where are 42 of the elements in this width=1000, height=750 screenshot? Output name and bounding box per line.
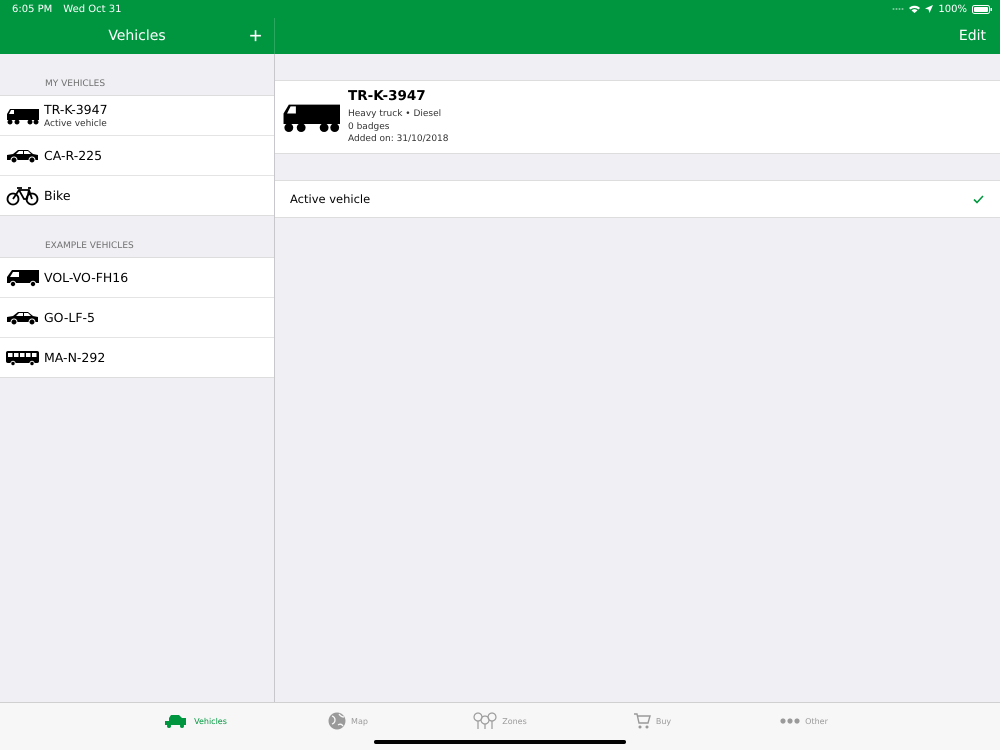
bicycle-icon bbox=[6, 186, 38, 206]
wifi-icon bbox=[909, 5, 920, 13]
van-icon bbox=[6, 268, 38, 286]
vehicle-detail-line: Added on: 31/10/2018 bbox=[348, 133, 449, 146]
vehicle-name: CA-R-225 bbox=[44, 148, 102, 163]
vehicle-name: MA-N-292 bbox=[44, 350, 106, 365]
tab-bar-item[interactable]: Vehicles bbox=[120, 703, 272, 739]
section-header: EXAMPLE VEHICLES bbox=[44, 241, 135, 253]
car-icon bbox=[6, 310, 38, 324]
vehicle-name: VOL-VO-FH16 bbox=[44, 270, 128, 285]
car-icon bbox=[6, 148, 38, 162]
globe-icon bbox=[328, 712, 346, 730]
battery-icon bbox=[972, 4, 992, 14]
vehicle-list-item[interactable]: TR-K-3947 Active vehicle bbox=[0, 96, 274, 135]
vehicle-detail-line: Heavy truck • Diesel bbox=[348, 108, 442, 121]
vehicle-detail-line: 0 badges bbox=[348, 120, 390, 134]
truck-icon bbox=[5, 106, 39, 124]
section-header: MY VEHICLES bbox=[44, 79, 106, 91]
vehicle-name: Bike bbox=[44, 188, 71, 203]
active-vehicle-row[interactable]: Active vehicle bbox=[275, 180, 1000, 218]
status-date: Wed Oct 31 bbox=[63, 4, 122, 14]
vehicle-list-item[interactable]: MA-N-292 bbox=[0, 337, 274, 377]
vehicle-subtitle: Active vehicle bbox=[44, 119, 108, 129]
vehicle-list-item[interactable]: VOL-VO-FH16 bbox=[0, 258, 274, 297]
more-icon bbox=[780, 718, 800, 724]
pins-icon bbox=[473, 712, 498, 730]
bus-icon bbox=[6, 350, 38, 366]
add-button[interactable]: + bbox=[245, 25, 266, 47]
vehicle-title: TR-K-3947 bbox=[348, 88, 427, 104]
vehicle-list-item[interactable]: CA-R-225 bbox=[0, 135, 274, 175]
signal-icon bbox=[892, 7, 904, 11]
status-time: 6:05 PM bbox=[12, 4, 52, 14]
vehicle-name: GO-LF-5 bbox=[44, 310, 96, 325]
active-vehicle-label: Active vehicle bbox=[290, 192, 370, 206]
vehicle-list-item[interactable]: GO-LF-5 bbox=[0, 297, 274, 337]
vehicle-name: TR-K-3947 bbox=[44, 102, 108, 117]
basket-icon bbox=[632, 712, 651, 730]
vehicle-list-item[interactable]: Bike bbox=[0, 175, 274, 215]
location-icon bbox=[925, 5, 934, 13]
sidebar-title: Vehicles bbox=[108, 28, 166, 44]
edit-button[interactable]: Edit bbox=[944, 28, 1000, 44]
battery-percent: 100% bbox=[938, 4, 967, 14]
